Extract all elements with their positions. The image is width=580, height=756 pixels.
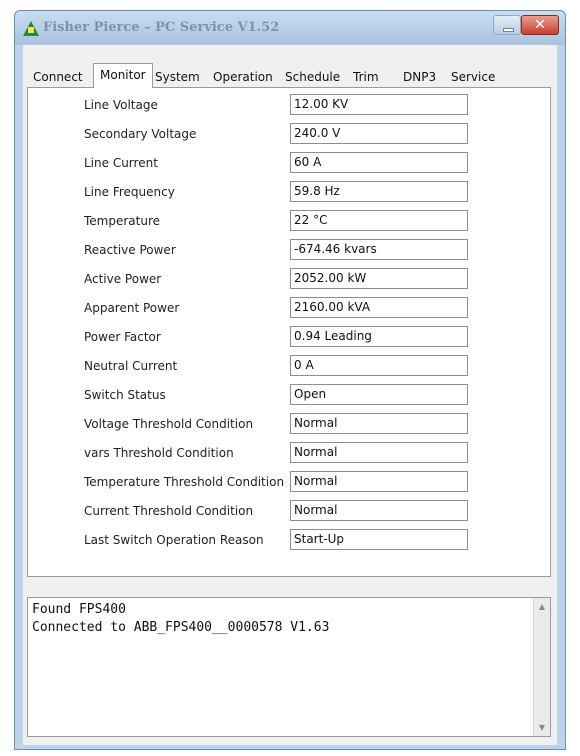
log-line: Found FPS400 (32, 602, 126, 617)
field-value[interactable]: -674.46 kvars (290, 239, 468, 260)
scroll-down-icon[interactable]: ▼ (534, 719, 550, 736)
minimize-button[interactable] (493, 15, 521, 35)
field-label: Power Factor (84, 330, 161, 344)
field-label: vars Threshold Condition (84, 446, 234, 460)
tab-strip: Connect Monitor System Operation Schedul… (23, 63, 557, 88)
field-value[interactable]: Start-Up (290, 529, 468, 550)
field-value[interactable]: 240.0 V (290, 123, 468, 144)
field-value[interactable]: 0 A (290, 355, 468, 376)
field-label: Voltage Threshold Condition (84, 417, 254, 431)
field-value[interactable]: Normal (290, 413, 468, 434)
field-label: Line Current (84, 156, 158, 170)
tab-dnp3[interactable]: DNP3 (403, 67, 436, 87)
field-label: Last Switch Operation Reason (84, 533, 264, 547)
title-bar[interactable]: Fisher Pierce – PC Service V1.52 ✕ (15, 11, 565, 45)
tab-operation[interactable]: Operation (213, 67, 273, 87)
field-value[interactable]: 2160.00 kVA (290, 297, 468, 318)
field-value[interactable]: Normal (290, 442, 468, 463)
window-title: Fisher Pierce – PC Service V1.52 (43, 20, 280, 35)
field-label: Active Power (84, 272, 162, 286)
tab-trim[interactable]: Trim (353, 67, 379, 87)
app-window: Fisher Pierce – PC Service V1.52 ✕ Conne… (14, 10, 566, 750)
field-label: Line Voltage (84, 98, 158, 112)
tab-connect[interactable]: Connect (33, 67, 83, 87)
field-value[interactable]: 60 A (290, 152, 468, 173)
field-label: Secondary Voltage (84, 127, 197, 141)
tab-schedule[interactable]: Schedule (285, 67, 340, 87)
field-value[interactable]: 59.8 Hz (290, 181, 468, 202)
status-log[interactable]: Found FPS400 Connected to ABB_FPS400__00… (27, 597, 551, 737)
field-value[interactable]: Open (290, 384, 468, 405)
field-value[interactable]: 22 °C (290, 210, 468, 231)
app-logo-icon (23, 21, 39, 36)
field-label: Temperature Threshold Condition (84, 475, 285, 489)
tab-service[interactable]: Service (451, 67, 495, 87)
monitor-panel: Line Voltage 12.00 KV Secondary Voltage … (27, 87, 551, 577)
field-label: Reactive Power (84, 243, 176, 257)
field-label: Temperature (84, 214, 161, 228)
field-label: Current Threshold Condition (84, 504, 254, 518)
field-value[interactable]: 2052.00 kW (290, 268, 468, 289)
client-area: Connect Monitor System Operation Schedul… (23, 45, 557, 745)
field-value[interactable]: Normal (290, 471, 468, 492)
vertical-scrollbar[interactable]: ▲ ▼ (533, 598, 550, 736)
tab-system[interactable]: System (155, 67, 200, 87)
tab-monitor[interactable]: Monitor (93, 63, 153, 88)
log-line: Connected to ABB_FPS400__0000578 V1.63 (32, 620, 330, 635)
field-label: Apparent Power (84, 301, 180, 315)
field-value[interactable]: 0.94 Leading (290, 326, 468, 347)
field-value[interactable]: Normal (290, 500, 468, 521)
field-label: Line Frequency (84, 185, 175, 199)
field-value[interactable]: 12.00 KV (290, 94, 468, 115)
scroll-up-icon[interactable]: ▲ (534, 598, 550, 615)
close-button[interactable]: ✕ (521, 15, 559, 35)
field-label: Switch Status (84, 388, 166, 402)
field-label: Neutral Current (84, 359, 178, 373)
